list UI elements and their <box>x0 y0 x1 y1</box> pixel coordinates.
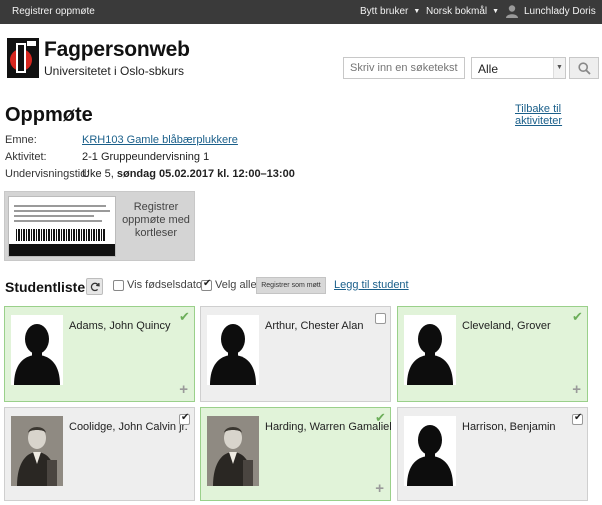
profile-silhouette-icon <box>407 425 453 486</box>
add-student-link[interactable]: Legg til student <box>334 279 409 291</box>
caret-down-icon: ▼ <box>492 8 500 15</box>
student-card[interactable]: Harding, Warren Gamaliel + <box>200 407 392 501</box>
student-select-checkbox[interactable] <box>179 412 190 425</box>
student-card[interactable]: Arthur, Chester Alan <box>200 306 391 402</box>
select-all-label: Velg alle <box>215 279 257 291</box>
show-birthdate-label: Vis fødselsdato <box>127 279 203 291</box>
student-name: Harrison, Benjamin <box>462 421 556 433</box>
search-button[interactable] <box>569 57 599 79</box>
language-menu[interactable]: Norsk bokmål ▼ <box>426 6 499 17</box>
student-card[interactable]: Coolidge, John Calvin jr. <box>4 407 195 501</box>
site-title: Fagpersonweb <box>44 38 190 61</box>
student-name: Coolidge, John Calvin jr. <box>69 421 188 433</box>
activity-value: 2-1 Gruppeundervisning 1 <box>82 151 210 163</box>
present-check-icon[interactable] <box>572 309 583 325</box>
student-select-checkbox[interactable] <box>572 412 583 425</box>
register-attendance-link[interactable]: Registrer oppmøte <box>12 6 95 17</box>
refresh-icon <box>90 282 100 292</box>
teaching-time-label: Undervisningstid: <box>5 168 90 180</box>
register-present-button[interactable]: Registrer som møtt <box>256 277 326 294</box>
student-photo <box>11 315 63 385</box>
portrait-photo <box>207 416 259 486</box>
user-icon <box>506 5 518 18</box>
barcode-icon <box>16 229 106 241</box>
student-name: Harding, Warren Gamaliel <box>265 421 392 433</box>
select-all-checkbox[interactable] <box>201 278 212 291</box>
card-reader-button[interactable]: Registrer oppmøte med kortleser <box>4 191 195 261</box>
student-name: Arthur, Chester Alan <box>265 320 364 332</box>
student-photo <box>207 416 259 486</box>
student-card[interactable]: Adams, John Quincy + <box>4 306 195 402</box>
plus-icon[interactable]: + <box>572 381 581 398</box>
student-photo <box>404 315 456 385</box>
present-check-icon[interactable] <box>179 309 190 325</box>
student-card[interactable]: Cleveland, Grover + <box>397 306 588 402</box>
student-name: Adams, John Quincy <box>69 320 171 332</box>
profile-silhouette-icon <box>14 324 60 385</box>
subject-label: Emne: <box>5 134 37 146</box>
card-reader-label: Registrer oppmøte med kortleser <box>122 201 190 239</box>
teaching-time-value: Uke 5, søndag 05.02.2017 kl. 12:00–13:00 <box>82 168 295 180</box>
student-list-title: Studentliste <box>5 279 86 295</box>
show-birthdate-checkbox[interactable] <box>113 280 124 291</box>
student-card[interactable]: Harrison, Benjamin <box>397 407 588 501</box>
refresh-button[interactable] <box>86 278 103 295</box>
search-icon <box>578 62 591 75</box>
subject-link[interactable]: KRH103 Gamle blåbærplukkere <box>82 134 238 146</box>
profile-silhouette-icon <box>210 324 256 385</box>
search-scope-select[interactable]: Alle ▼ <box>471 57 566 79</box>
student-select-checkbox[interactable] <box>375 313 386 324</box>
plus-icon[interactable]: + <box>375 480 384 497</box>
top-navigation-bar: Registrer oppmøte Bytt bruker ▼ Norsk bok… <box>0 0 602 24</box>
student-name: Cleveland, Grover <box>462 320 551 332</box>
user-menu[interactable]: Lunchlady Doris▼ <box>524 6 602 17</box>
plus-icon[interactable]: + <box>179 381 188 398</box>
back-to-activities-link[interactable]: Tilbake til aktiviteter <box>515 103 602 127</box>
student-photo <box>11 416 63 486</box>
student-photo <box>207 315 259 385</box>
site-subtitle: Universitetet i Oslo-sbkurs <box>44 64 185 78</box>
id-card-image <box>8 196 116 257</box>
present-check-icon[interactable] <box>375 410 386 426</box>
switch-user-menu[interactable]: Bytt bruker ▼ <box>360 6 420 17</box>
search-input[interactable] <box>343 57 465 79</box>
university-logo-icon <box>7 38 39 78</box>
page-title: Oppmøte <box>5 104 93 126</box>
portrait-photo <box>11 416 63 486</box>
profile-silhouette-icon <box>407 324 453 385</box>
caret-down-icon: ▼ <box>553 58 565 78</box>
student-photo <box>404 416 456 486</box>
caret-down-icon: ▼ <box>413 8 421 15</box>
activity-label: Aktivitet: <box>5 151 47 163</box>
